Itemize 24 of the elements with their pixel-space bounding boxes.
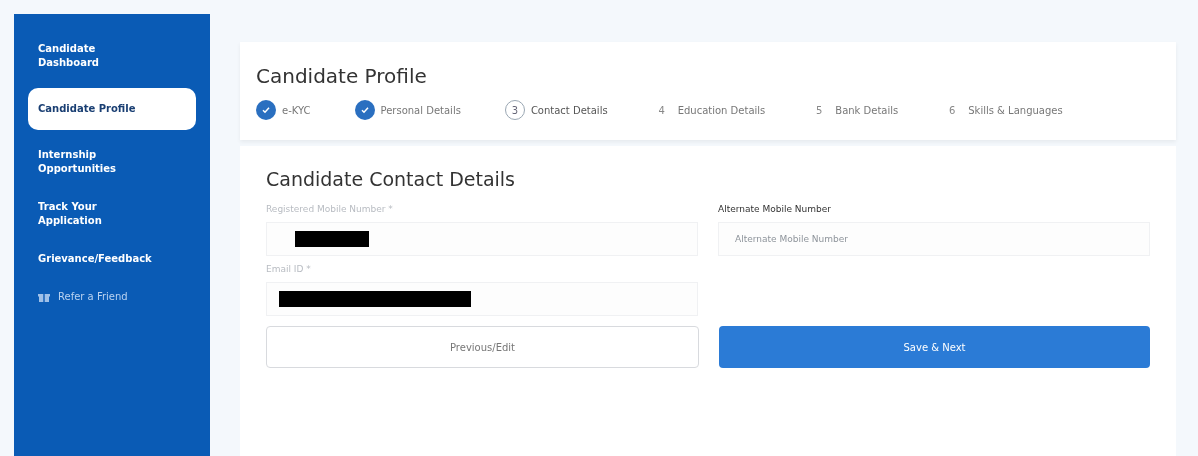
sidebar-item[interactable]: Candidate Dashboard: [28, 42, 158, 70]
step-number: 5: [815, 103, 824, 118]
step-number: 6: [948, 103, 957, 118]
form-title: Candidate Contact Details: [266, 168, 516, 190]
sidebar-item[interactable]: Track Your Application: [28, 200, 158, 228]
page-title: Candidate Profile: [256, 64, 428, 88]
step-label: Contact Details: [530, 104, 608, 116]
step-label: Education Details: [677, 104, 766, 116]
step-label: Personal Details: [380, 104, 461, 116]
field-label: Alternate Mobile Number: [718, 204, 832, 214]
sidebar-item[interactable]: Internship Opportunities: [28, 148, 158, 176]
step-number: 4: [657, 103, 666, 118]
sidebar-item[interactable]: Candidate Profile: [28, 88, 196, 130]
step-label: Bank Details: [835, 104, 899, 116]
sidebar-item[interactable]: Refer a Friend: [28, 290, 158, 304]
field-label: Registered Mobile Number *: [266, 204, 394, 214]
save-next-button[interactable]: Save & Next: [719, 326, 1150, 368]
previous-edit-button[interactable]: Previous/Edit: [266, 326, 699, 368]
field-label: Email ID *: [266, 264, 312, 274]
step-label: e-KYC: [282, 104, 311, 116]
gift-icon: [38, 291, 50, 303]
input-field[interactable]: Alternate Mobile Number: [718, 222, 1150, 256]
step-label: Skills & Languages: [968, 104, 1063, 116]
sidebar-item[interactable]: Grievance/Feedback: [28, 252, 158, 266]
